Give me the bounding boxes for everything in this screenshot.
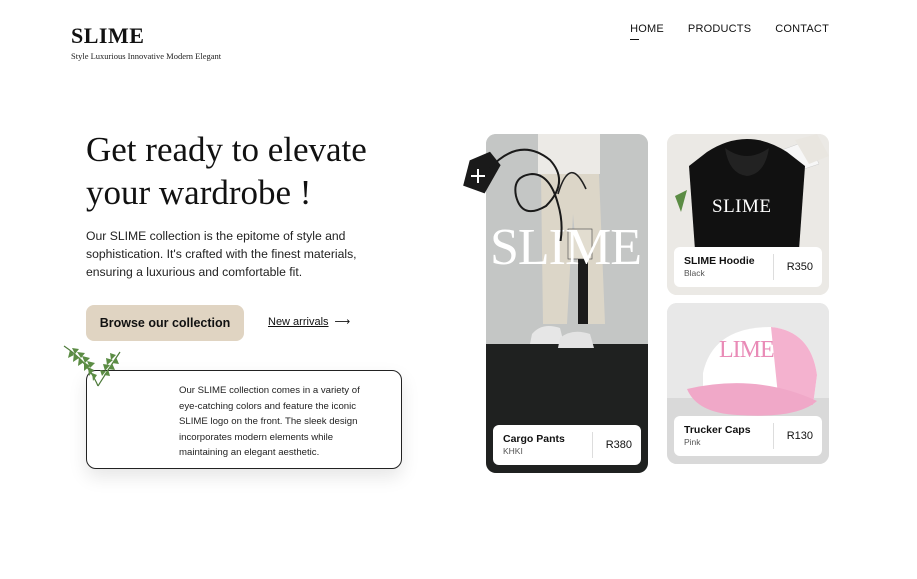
main-nav: HOME PRODUCTS CONTACT bbox=[630, 23, 829, 40]
hoodie-print: SLIME bbox=[712, 196, 772, 217]
brand[interactable]: SLIME Style Luxurious Innovative Modern … bbox=[71, 23, 222, 62]
product-color: Black bbox=[684, 268, 705, 278]
new-arrivals-label: New arrivals bbox=[268, 315, 329, 328]
product-color: Pink bbox=[684, 437, 701, 447]
nav-home[interactable]: HOME bbox=[630, 23, 664, 40]
browse-collection-button[interactable]: Browse our collection bbox=[86, 305, 244, 341]
product-name: Cargo Pants bbox=[503, 433, 565, 445]
product-price: R130 bbox=[772, 423, 822, 449]
new-arrivals-link[interactable]: New arrivals ⟶ bbox=[268, 315, 351, 329]
product-label: SLIME Hoodie Black R350 bbox=[674, 247, 822, 287]
nav-products[interactable]: PRODUCTS bbox=[688, 23, 751, 35]
product-label: Trucker Caps Pink R130 bbox=[674, 416, 822, 456]
product-label: Cargo Pants KHKI R380 bbox=[493, 425, 641, 465]
hero-title: Get ready to elevate your wardrobe ! bbox=[86, 130, 367, 212]
brand-name: SLIME bbox=[71, 23, 145, 48]
info-text: Our SLIME collection comes in a variety … bbox=[179, 385, 360, 458]
product-color: KHKI bbox=[503, 446, 523, 456]
product-name: Trucker Caps bbox=[684, 424, 751, 436]
hero-description: Our SLIME collection is the epitome of s… bbox=[86, 229, 357, 279]
product-card-trucker-caps[interactable]: LIME Trucker Caps Pink R130 bbox=[667, 303, 829, 464]
price-tag-icon bbox=[463, 148, 563, 241]
nav-contact[interactable]: CONTACT bbox=[775, 23, 829, 35]
brand-tagline: Style Luxurious Innovative Modern Elegan… bbox=[71, 51, 222, 61]
product-name: SLIME Hoodie bbox=[684, 255, 755, 267]
leaf-icon bbox=[63, 345, 121, 387]
cap-print: LIME bbox=[719, 337, 775, 363]
info-card: Our SLIME collection comes in a variety … bbox=[86, 370, 402, 469]
arrow-right-icon: ⟶ bbox=[334, 316, 351, 328]
product-price: R380 bbox=[591, 432, 641, 458]
product-card-hoodie[interactable]: SLIME SLIME Hoodie Black R350 bbox=[667, 134, 829, 295]
product-price: R350 bbox=[772, 254, 822, 280]
